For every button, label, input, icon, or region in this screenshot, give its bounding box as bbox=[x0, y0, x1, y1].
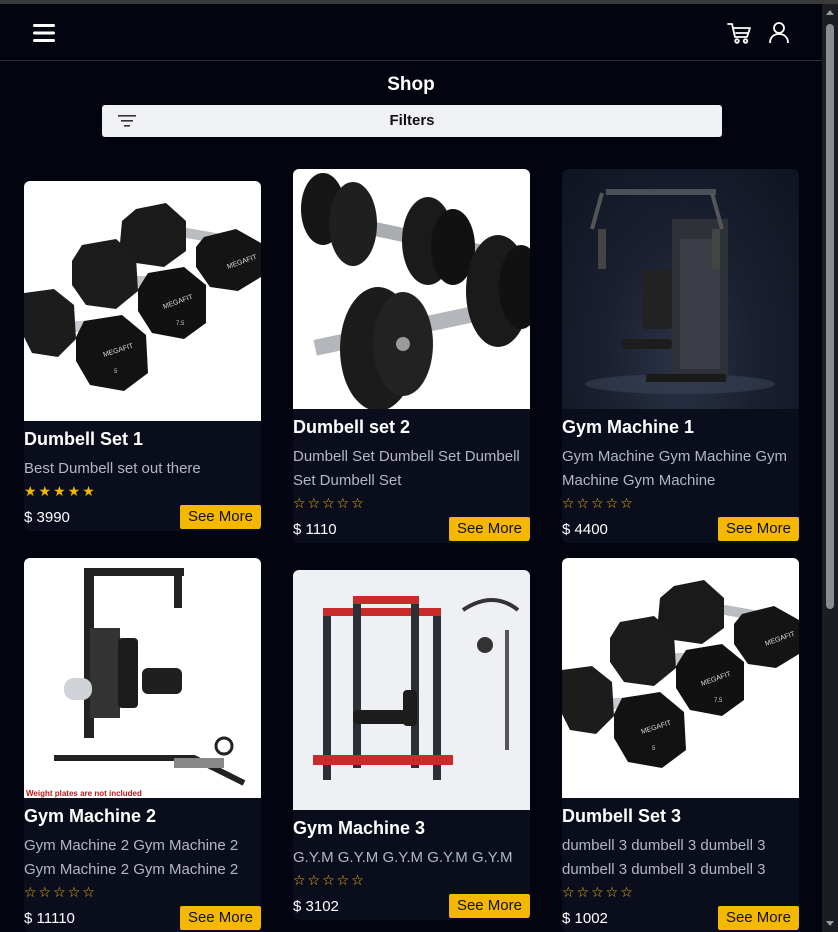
product-title: Dumbell Set 1 bbox=[24, 429, 144, 449]
scrollbar-thumb[interactable] bbox=[826, 24, 834, 609]
price-row: $ 11110 See More bbox=[24, 906, 261, 932]
product-card[interactable]: MEGAFIT MEGAFIT 7.5 MEGAFIT 5 Dumbell Se… bbox=[24, 181, 261, 531]
see-more-button[interactable]: See More bbox=[179, 505, 261, 529]
star-rating: ☆☆☆☆☆ bbox=[562, 884, 635, 900]
product-description: G.Y.M G.Y.M G.Y.M G.Y.M G.Y.M bbox=[293, 849, 513, 866]
star-rating: ☆☆☆☆☆ bbox=[293, 495, 366, 511]
scroll-up-arrow-icon[interactable] bbox=[826, 10, 834, 15]
product-card[interactable]: MEGAFIT MEGAFIT 7.5 MEGAFIT 5 Dumbell Se… bbox=[562, 558, 799, 932]
dumbbell-back bbox=[301, 173, 483, 285]
star-rating: ☆☆☆☆☆ bbox=[293, 872, 366, 888]
star-rating: ☆☆☆☆☆ bbox=[24, 884, 97, 900]
svg-text:7.5: 7.5 bbox=[714, 698, 723, 704]
product-price: $ 3102 bbox=[293, 898, 339, 915]
star-rating: ★★★★★ bbox=[24, 483, 97, 499]
product-title: Dumbell Set 3 bbox=[562, 806, 682, 826]
user-account-icon[interactable] bbox=[768, 21, 790, 45]
page-title: Shop bbox=[387, 74, 435, 95]
hamburger-menu-icon[interactable] bbox=[32, 21, 56, 45]
product-card-body: Dumbell Set 3 dumbell 3 dumbell 3 dumbel… bbox=[562, 798, 799, 932]
vertical-scrollbar[interactable] bbox=[822, 4, 838, 932]
product-card-body: Gym Machine 3 G.Y.M G.Y.M G.Y.M G.Y.M G.… bbox=[293, 810, 530, 920]
product-image-gym-machine[interactable] bbox=[562, 169, 799, 409]
product-price: $ 1002 bbox=[562, 910, 608, 927]
svg-text:7.5: 7.5 bbox=[176, 321, 185, 327]
filters-button[interactable]: Filters bbox=[102, 105, 722, 137]
navbar bbox=[0, 4, 822, 61]
star-rating: ☆☆☆☆☆ bbox=[562, 495, 635, 511]
product-description: dumbell 3 dumbell 3 dumbell 3 dumbell 3 … bbox=[562, 837, 766, 878]
product-price: $ 11110 bbox=[24, 910, 75, 927]
see-more-button[interactable]: See More bbox=[448, 517, 530, 541]
see-more-button[interactable]: See More bbox=[717, 517, 799, 541]
product-card-body: Dumbell Set 1 Best Dumbell set out there… bbox=[24, 421, 261, 531]
product-card[interactable]: Dumbell set 2 Dumbell Set Dumbell Set Du… bbox=[293, 169, 530, 543]
product-image-dumbbells[interactable] bbox=[293, 169, 530, 409]
product-description: Gym Machine 2 Gym Machine 2 Gym Machine … bbox=[24, 837, 239, 878]
product-title: Dumbell set 2 bbox=[293, 417, 411, 437]
price-row: $ 3102 See More bbox=[293, 894, 530, 920]
product-image-power-rack[interactable] bbox=[293, 570, 530, 810]
product-title: Gym Machine 2 bbox=[24, 806, 157, 826]
see-more-button[interactable]: See More bbox=[717, 906, 799, 930]
product-title: Gym Machine 1 bbox=[562, 417, 695, 437]
see-more-button[interactable]: See More bbox=[179, 906, 261, 930]
product-card[interactable]: Gym Machine 3 G.Y.M G.Y.M G.Y.M G.Y.M G.… bbox=[293, 570, 530, 920]
price-row: $ 1002 See More bbox=[562, 906, 799, 932]
price-row: $ 3990 See More bbox=[24, 505, 261, 531]
product-card[interactable]: Weight plates are not included Gym Machi… bbox=[24, 558, 261, 932]
product-image-dumbbells[interactable]: MEGAFIT MEGAFIT 7.5 MEGAFIT 5 bbox=[24, 181, 261, 421]
product-card[interactable]: Gym Machine 1 Gym Machine Gym Machine Gy… bbox=[562, 169, 799, 543]
product-description: Dumbell Set Dumbell Set Dumbell Set Dumb… bbox=[293, 448, 520, 489]
product-price: $ 1110 bbox=[293, 521, 337, 538]
product-card-body: Dumbell set 2 Dumbell Set Dumbell Set Du… bbox=[293, 409, 530, 543]
price-row: $ 4400 See More bbox=[562, 517, 799, 543]
product-image-home-gym[interactable]: Weight plates are not included bbox=[24, 558, 261, 798]
price-row: $ 1110 See More bbox=[293, 517, 530, 543]
product-title: Gym Machine 3 bbox=[293, 818, 426, 838]
scroll-down-arrow-icon[interactable] bbox=[826, 921, 834, 926]
see-more-button[interactable]: See More bbox=[448, 894, 530, 918]
product-image-dumbbells[interactable]: MEGAFIT MEGAFIT 7.5 MEGAFIT 5 bbox=[562, 558, 799, 798]
shop-app: Shop Filters MEGAFIT MEGAFIT 7.5 MEGAFIT… bbox=[0, 4, 822, 932]
product-card-body: Gym Machine 1 Gym Machine Gym Machine Gy… bbox=[562, 409, 799, 543]
shopping-cart-icon[interactable] bbox=[726, 21, 752, 45]
image-caption: Weight plates are not included bbox=[26, 789, 142, 798]
product-card-body: Gym Machine 2 Gym Machine 2 Gym Machine … bbox=[24, 798, 261, 932]
product-description: Gym Machine Gym Machine Gym Machine Gym … bbox=[562, 448, 788, 489]
filters-label: Filters bbox=[389, 112, 435, 129]
product-price: $ 3990 bbox=[24, 509, 70, 526]
product-price: $ 4400 bbox=[562, 521, 608, 538]
product-description: Best Dumbell set out there bbox=[24, 460, 201, 477]
